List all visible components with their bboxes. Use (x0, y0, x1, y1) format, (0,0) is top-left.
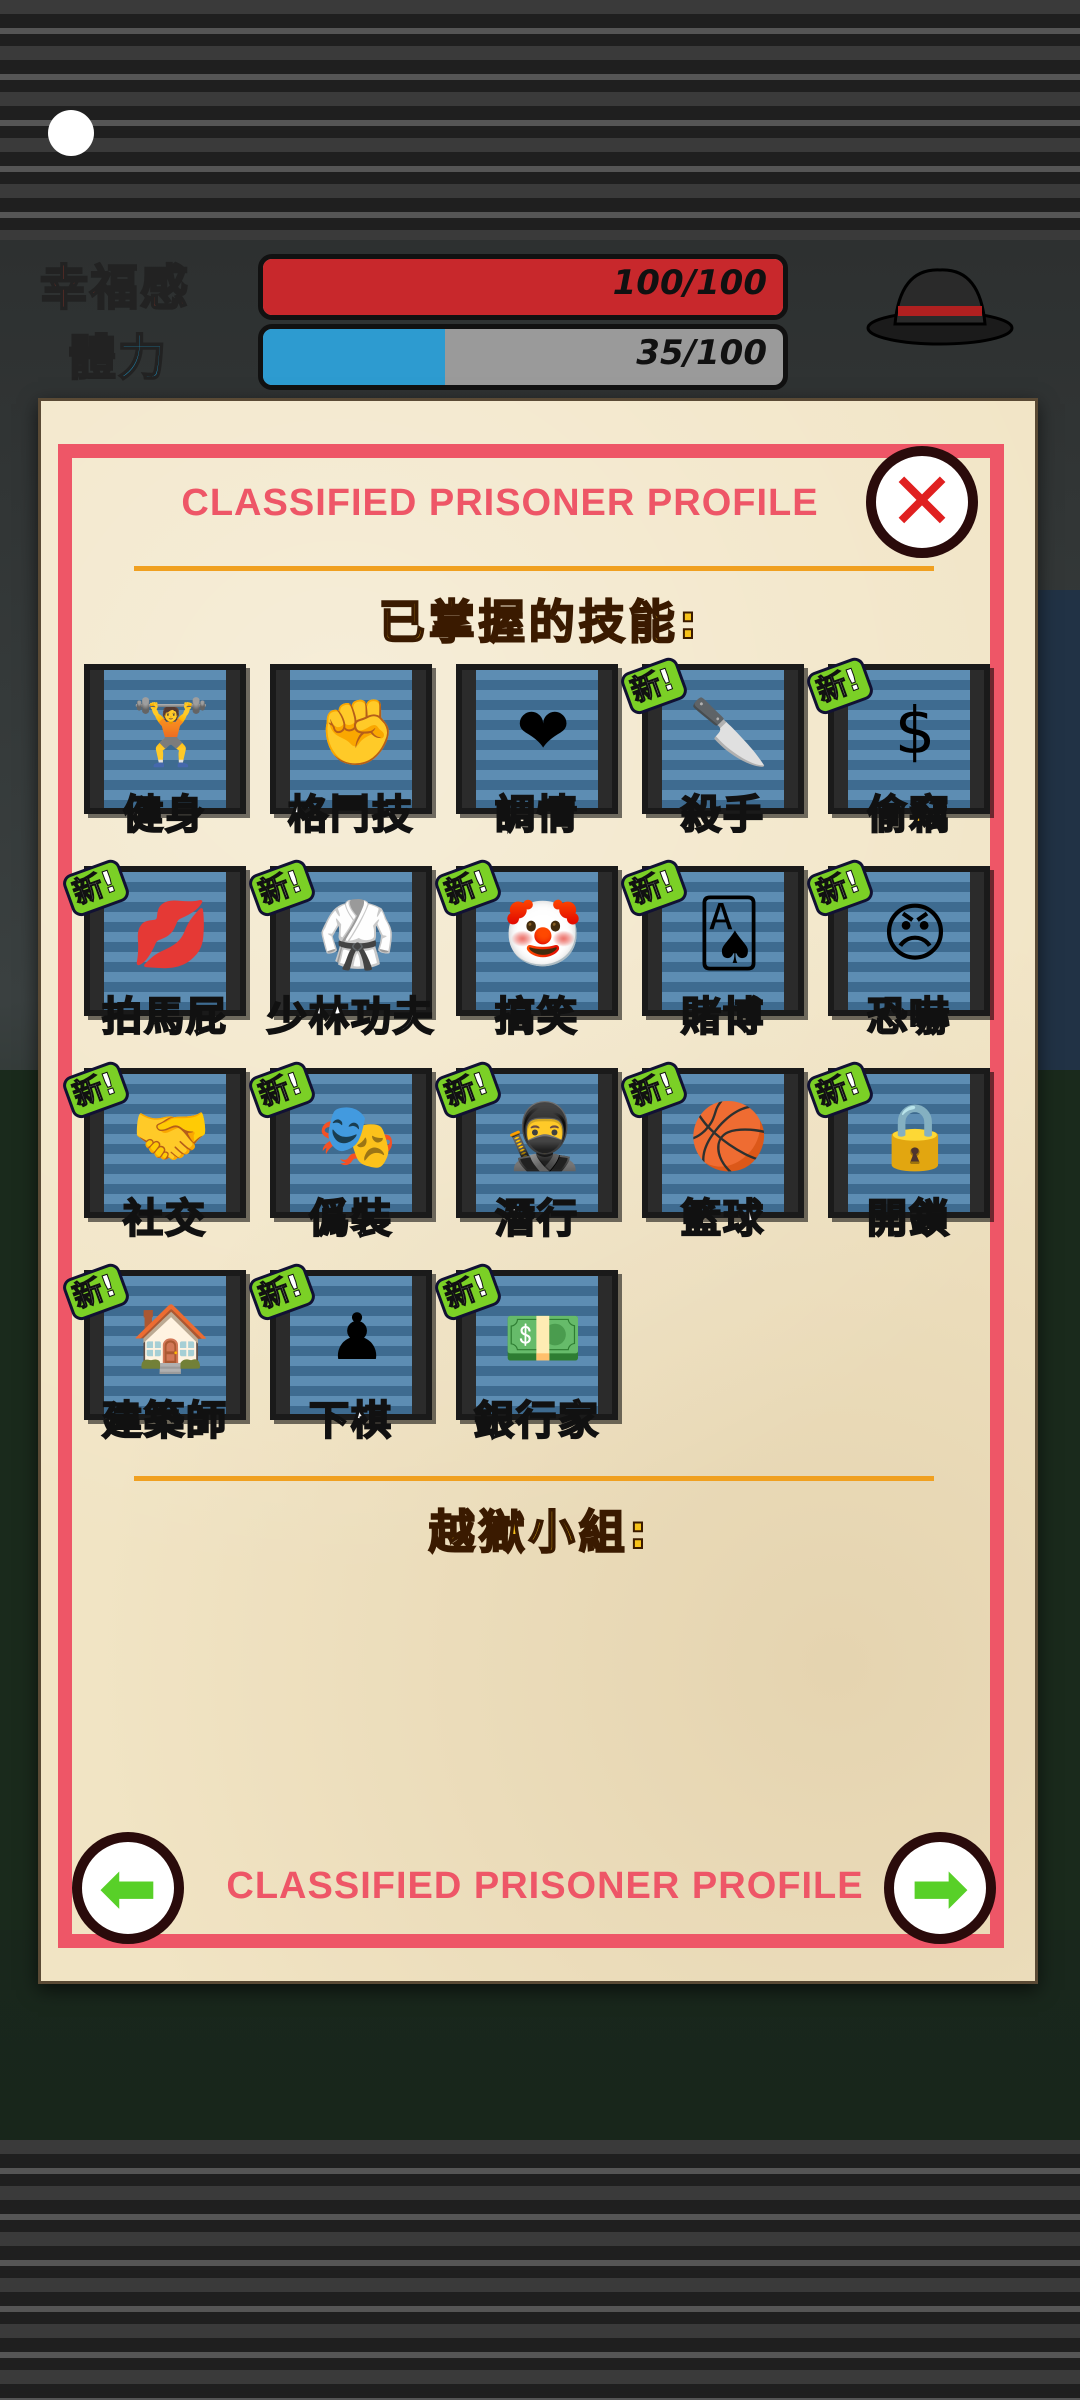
skill-tile-7[interactable]: 🥋 新! 少林功夫 (246, 857, 434, 1041)
floating-indicator-dot[interactable] (48, 110, 94, 156)
skill-tile-12[interactable]: 🎭 新! 僞裝 (246, 1059, 432, 1243)
skill-label: 調情 (494, 791, 579, 839)
previous-page-button[interactable]: ⬅ (72, 1832, 184, 1944)
ninja-icon: 🥷 (503, 1099, 583, 1174)
skill-label: 拍馬屁 (101, 993, 228, 1041)
bottom-stripe-background (0, 2140, 1080, 2400)
skill-tile-10[interactable]: 😠 新! 恐嚇 (804, 857, 990, 1041)
stat-bar-stamina: 35/100 (258, 324, 788, 390)
skill-label: 開鎖 (866, 1195, 951, 1243)
stat-bar-happiness: 100/100 (258, 254, 788, 320)
skill-tile-4[interactable]: 🔪 新! 殺手 (618, 655, 804, 839)
arrow-right-icon: ➡ (910, 1847, 970, 1929)
next-page-button[interactable]: ➡ (884, 1832, 996, 1944)
skill-label: 社交 (122, 1195, 207, 1243)
skill-tile-18[interactable]: 💵 新! 銀行家 (432, 1261, 618, 1445)
title-divider (134, 566, 934, 571)
kung-fu-icon: 🥋 (317, 897, 397, 972)
panel-footer-title: CLASSIFIED PRISONER PROFILE (226, 1865, 864, 1907)
skill-label: 少林功夫 (266, 993, 435, 1041)
stat-value-stamina: 35/100 (636, 333, 767, 373)
angry-face-icon: 😠 (881, 897, 949, 971)
arrow-left-icon: ⬅ (98, 1847, 158, 1929)
skill-label: 下棋 (308, 1397, 393, 1445)
house-pencil-icon: 🏠 (131, 1301, 211, 1376)
panel-title: CLASSIFIED PRISONER PROFILE (181, 482, 819, 524)
love-heart-icon: ❤ (516, 695, 570, 769)
skill-tile-17[interactable]: ♟ 新! 下棋 (246, 1261, 432, 1445)
skills-heading: 已掌握的技能: (378, 594, 702, 650)
skill-label: 僞裝 (308, 1195, 393, 1243)
skill-label: 籃球 (680, 1195, 765, 1243)
butt-kiss-icon: 💋 (131, 897, 211, 972)
skill-label: 搞笑 (494, 993, 579, 1041)
escape-team-heading: 越獄小組: (428, 1504, 652, 1560)
skill-tile-11[interactable]: 🤝 新! 社交 (60, 1059, 246, 1243)
basketball-icon: 🏀 (689, 1099, 769, 1174)
skill-label: 恐嚇 (866, 993, 951, 1041)
skill-tile-13[interactable]: 🥷 新! 潛行 (432, 1059, 618, 1243)
skill-tile-16[interactable]: 🏠 新! 建築師 (60, 1261, 246, 1445)
skill-label: 銀行家 (473, 1397, 600, 1445)
jester-icon: 🤡 (503, 897, 583, 972)
chessboard-icon: ♟ (328, 1301, 386, 1375)
skill-label: 建築師 (101, 1397, 228, 1445)
skill-label: 偷竊 (866, 791, 951, 839)
skill-tile-5[interactable]: $ 新! 偷竊 (804, 655, 990, 839)
dumbbell-icon: 🏋 (131, 695, 211, 770)
skill-tile-6[interactable]: 💋 新! 拍馬屁 (60, 857, 246, 1041)
fedora-hat-icon[interactable] (860, 258, 1020, 348)
skill-label: 格鬥技 (287, 791, 414, 839)
top-stripe-background (0, 0, 1080, 240)
money-ledger-icon: 💵 (503, 1301, 583, 1376)
cards-money-icon: 🂡 (696, 897, 762, 971)
disguise-icon: 🎭 (317, 1099, 397, 1174)
stat-fill-stamina (263, 329, 445, 385)
fist-icon: ✊ (317, 695, 397, 770)
skill-tile-2[interactable]: ✊ 格鬥技 (270, 664, 432, 839)
skill-tile-1[interactable]: 🏋 健身 (84, 664, 246, 839)
skill-tile-15[interactable]: 🔒 新! 開鎖 (804, 1059, 990, 1243)
stat-value-happiness: 100/100 (612, 263, 767, 303)
stat-label-stamina: 體力 (67, 329, 169, 387)
skill-tile-8[interactable]: 🤡 新! 搞笑 (432, 857, 618, 1041)
skill-tile-9[interactable]: 🂡 新! 賭博 (618, 857, 804, 1041)
skill-label: 潛行 (494, 1195, 579, 1243)
skill-label: 殺手 (680, 791, 765, 839)
skill-tile-14[interactable]: 🏀 新! 籃球 (618, 1059, 804, 1243)
lock-pick-icon: 🔒 (875, 1099, 955, 1174)
close-icon: ✕ (888, 455, 956, 548)
dollar-hand-icon: $ (894, 695, 936, 769)
close-button[interactable]: ✕ (866, 446, 978, 558)
skill-label: 賭博 (680, 993, 765, 1041)
knife-hand-icon: 🔪 (689, 695, 769, 770)
stat-label-happiness: 幸福感 (39, 259, 191, 317)
section-divider (134, 1476, 934, 1481)
skill-tile-3[interactable]: ❤ 調情 (456, 664, 618, 839)
skill-label: 健身 (122, 791, 207, 839)
handshake-icon: 🤝 (131, 1099, 211, 1174)
